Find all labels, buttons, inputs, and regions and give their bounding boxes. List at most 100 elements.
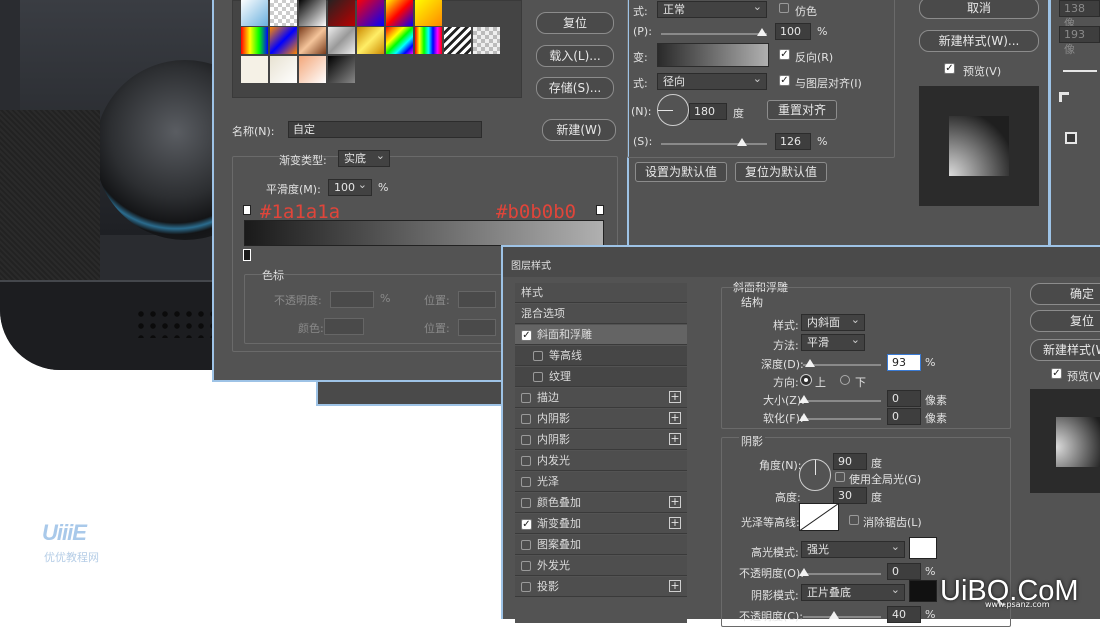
effect-checkbox[interactable]	[521, 393, 531, 403]
gradient-picker[interactable]	[657, 43, 769, 67]
effect-row[interactable]: ✓ 斜面和浮雕	[515, 325, 687, 345]
global-light-checkbox[interactable]	[835, 472, 845, 482]
add-effect-icon[interactable]: +	[669, 391, 681, 403]
ok-button[interactable]: 确定	[1030, 283, 1100, 305]
opacity-stop-right[interactable]	[596, 205, 604, 215]
direction-down-radio[interactable]	[840, 375, 850, 385]
blend-mode-select[interactable]: 正常	[657, 0, 767, 18]
effect-checkbox[interactable]	[533, 372, 543, 382]
preview-checkbox[interactable]: ✓	[944, 63, 955, 74]
highlight-mode-select[interactable]: 强光	[801, 539, 905, 558]
load-button[interactable]: 载入(L)...	[536, 45, 614, 67]
gloss-contour-picker[interactable]	[799, 503, 839, 531]
new-button[interactable]: 新建(W)	[542, 119, 616, 141]
soften-thumb[interactable]	[799, 413, 809, 421]
effect-row[interactable]: 图案叠加	[515, 535, 687, 555]
preset-swatch[interactable]	[328, 0, 355, 26]
shading-angle-input[interactable]: 90	[833, 453, 867, 470]
gradient-opacity-slider[interactable]	[661, 33, 767, 35]
smoothness-select[interactable]: 100	[328, 177, 372, 196]
direction-up-radio[interactable]	[800, 374, 812, 386]
shadow-opacity-input[interactable]: 40	[887, 606, 921, 623]
preset-swatch[interactable]	[444, 27, 471, 54]
size-thumb[interactable]	[799, 395, 809, 403]
new-style-button[interactable]: 新建样式(W)...	[919, 30, 1039, 52]
effect-checkbox[interactable]: ✓	[521, 330, 532, 341]
layer-style-preview-checkbox[interactable]: ✓	[1051, 368, 1062, 379]
gradient-style-select[interactable]: 径向	[657, 71, 767, 90]
color-well[interactable]	[324, 318, 364, 335]
preset-swatch[interactable]	[299, 56, 326, 83]
gradient-angle-input[interactable]: 180	[689, 103, 727, 120]
add-effect-icon[interactable]: +	[669, 433, 681, 445]
highlight-opacity-input[interactable]: 0	[887, 563, 921, 580]
preset-swatch[interactable]	[270, 27, 297, 54]
reset-align-button[interactable]: 重置对齐	[767, 100, 837, 120]
effect-checkbox[interactable]: ✓	[521, 519, 532, 530]
styles-header[interactable]: 样式	[515, 283, 687, 303]
preset-swatch[interactable]	[386, 27, 413, 54]
preset-swatch[interactable]	[357, 0, 384, 26]
effect-row[interactable]: ✓ 渐变叠加 +	[515, 514, 687, 534]
blend-options-row[interactable]: 混合选项	[515, 304, 687, 324]
effect-checkbox[interactable]	[533, 351, 543, 361]
size-slider[interactable]	[803, 400, 881, 402]
combine-icon[interactable]	[1065, 132, 1077, 144]
effect-row[interactable]: 纹理	[515, 367, 687, 387]
reverse-checkbox[interactable]: ✓	[779, 49, 790, 60]
save-button[interactable]: 存储(S)...	[536, 77, 614, 99]
preset-swatch[interactable]	[328, 27, 355, 54]
preset-swatch[interactable]	[270, 56, 297, 83]
corner-icon[interactable]	[1059, 92, 1069, 102]
add-effect-icon[interactable]: +	[669, 496, 681, 508]
name-input[interactable]: 自定	[288, 121, 482, 138]
scale-thumb[interactable]	[737, 138, 747, 146]
preset-swatch[interactable]	[241, 0, 268, 26]
effect-row[interactable]: 投影 +	[515, 577, 687, 597]
preset-swatch[interactable]	[241, 56, 268, 83]
preset-swatch[interactable]	[386, 0, 413, 26]
bevel-style-select[interactable]: 内斜面	[801, 312, 865, 331]
highlight-opacity-thumb[interactable]	[799, 568, 809, 576]
effect-checkbox[interactable]	[521, 582, 531, 592]
shading-angle-dial[interactable]	[799, 459, 831, 491]
add-effect-icon[interactable]: +	[669, 412, 681, 424]
effect-checkbox[interactable]	[521, 498, 531, 508]
scale-slider[interactable]	[661, 143, 767, 145]
effect-row[interactable]: 描边 +	[515, 388, 687, 408]
color-stop-left[interactable]	[243, 249, 251, 261]
gradient-opacity-thumb[interactable]	[757, 28, 767, 36]
align-layer-checkbox[interactable]: ✓	[779, 75, 790, 86]
preset-swatch[interactable]	[270, 0, 297, 26]
preset-swatch[interactable]	[241, 27, 268, 54]
technique-select[interactable]: 平滑	[801, 332, 865, 351]
reset-button[interactable]: 复位	[536, 12, 614, 34]
position-input[interactable]	[458, 291, 496, 308]
preset-swatch[interactable]	[415, 0, 442, 26]
preset-swatch[interactable]	[357, 27, 384, 54]
gradient-bar[interactable]	[244, 220, 604, 246]
preset-swatch[interactable]	[415, 27, 442, 54]
shadow-opacity-thumb[interactable]	[829, 611, 839, 619]
size-input[interactable]: 0	[887, 390, 921, 407]
shadow-color-swatch[interactable]	[909, 580, 937, 602]
depth-input[interactable]: 93	[887, 354, 921, 371]
preset-swatch[interactable]	[473, 27, 500, 54]
dither-checkbox[interactable]	[779, 3, 789, 13]
position-input-2[interactable]	[458, 319, 496, 336]
layer-style-reset-button[interactable]: 复位	[1030, 310, 1100, 332]
depth-thumb[interactable]	[805, 359, 815, 367]
effect-row[interactable]: 内阴影 +	[515, 430, 687, 450]
altitude-input[interactable]: 30	[833, 487, 867, 504]
opacity-stop-input[interactable]	[330, 291, 374, 308]
soften-slider[interactable]	[803, 418, 881, 420]
effect-checkbox[interactable]	[521, 561, 531, 571]
effect-checkbox[interactable]	[521, 456, 531, 466]
gradient-type-select[interactable]: 实底	[338, 148, 390, 167]
effect-checkbox[interactable]	[521, 414, 531, 424]
layer-style-new-style-button[interactable]: 新建样式(W	[1030, 339, 1100, 361]
anti-alias-checkbox[interactable]	[849, 515, 859, 525]
preset-swatch[interactable]	[299, 27, 326, 54]
add-effect-icon[interactable]: +	[669, 517, 681, 529]
line-tool-icon[interactable]	[1063, 70, 1097, 72]
